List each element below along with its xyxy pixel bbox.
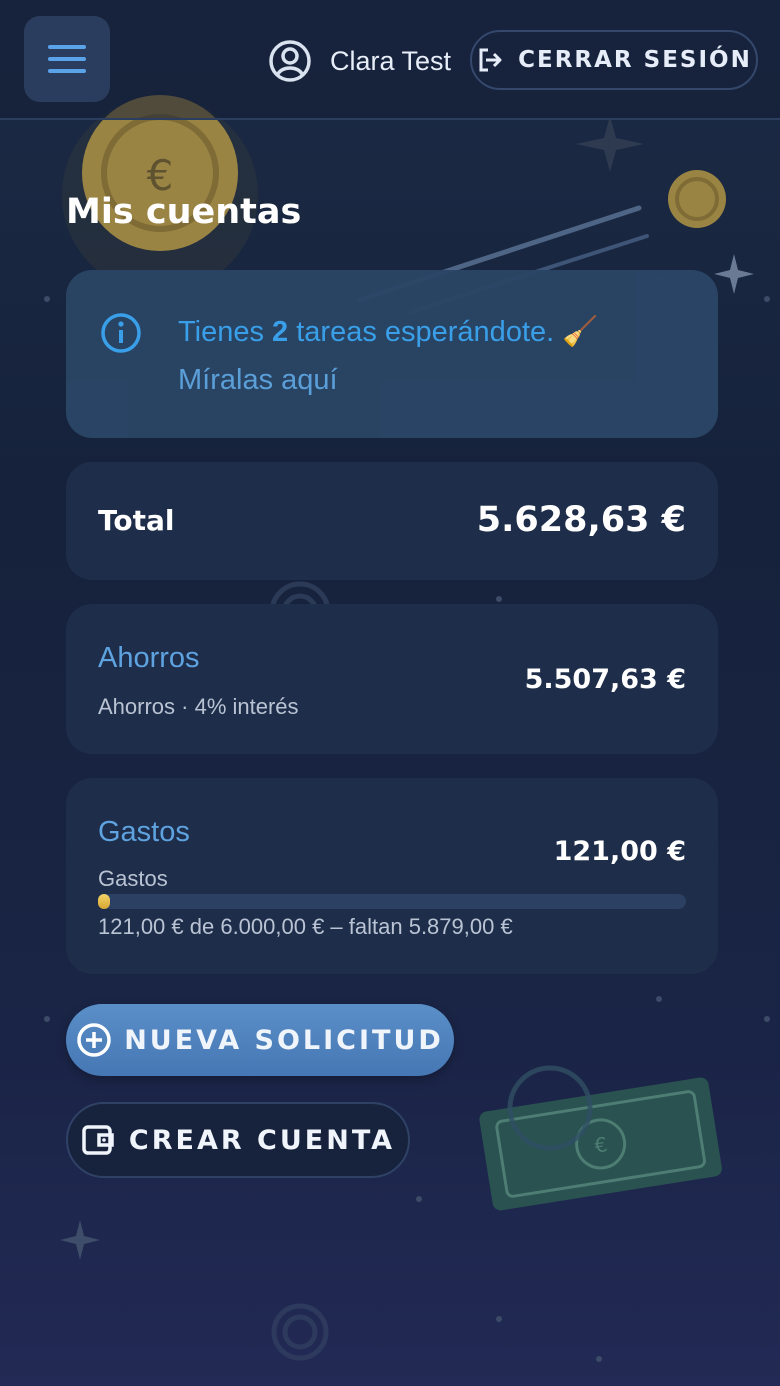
sparkle-decoration xyxy=(714,254,754,294)
new-request-button[interactable]: NUEVA SOLICITUD xyxy=(66,1004,454,1076)
logout-label: CERRAR SESIÓN xyxy=(518,47,752,73)
account-card-savings[interactable]: Ahorros Ahorros · 4% interés 5.507,63 € xyxy=(66,604,718,754)
total-amount: 5.628,63 € xyxy=(476,500,686,540)
sparkle-decoration xyxy=(576,116,644,172)
goal-progress-bar xyxy=(98,894,686,909)
plus-circle-icon xyxy=(77,1023,111,1057)
star-dot xyxy=(416,1196,422,1202)
info-icon xyxy=(101,313,141,353)
account-subtitle: Gastos xyxy=(98,866,168,891)
star-dot xyxy=(596,1356,602,1362)
star-dot xyxy=(496,1316,502,1322)
goal-progress-text: 121,00 € de 6.000,00 € – faltan 5.879,00… xyxy=(98,914,513,939)
goal-progress-fill xyxy=(98,894,110,909)
page-title: Mis cuentas xyxy=(66,192,302,232)
hamburger-menu-icon xyxy=(48,45,86,49)
star-dot xyxy=(44,296,50,302)
total-card: Total 5.628,63 € xyxy=(66,462,718,580)
account-card-expenses[interactable]: Gastos Gastos 121,00 € 121,00 € de 6.000… xyxy=(66,778,718,974)
account-balance: 121,00 € xyxy=(553,836,686,867)
create-account-button[interactable]: CREAR CUENTA xyxy=(66,1102,410,1178)
star-dot xyxy=(656,996,662,1002)
star-dot xyxy=(44,1016,50,1022)
account-name: Ahorros xyxy=(98,642,200,674)
svg-text:€: € xyxy=(593,1132,609,1158)
menu-button[interactable] xyxy=(24,16,110,102)
banknote-decoration: € xyxy=(479,1065,722,1211)
user-info[interactable]: Clara Test xyxy=(268,38,451,84)
tasks-notice: Tienes 2 tareas esperándote. 🧹 Míralas a… xyxy=(66,270,718,438)
wallet-icon xyxy=(82,1125,114,1155)
logout-icon xyxy=(479,48,502,72)
top-bar: Clara Test CERRAR SESIÓN xyxy=(0,0,780,120)
tasks-link[interactable]: Míralas aquí xyxy=(178,356,338,404)
star-dot xyxy=(764,296,770,302)
account-balance: 5.507,63 € xyxy=(524,664,686,695)
sparkle-decoration xyxy=(60,1220,100,1260)
logout-button[interactable]: CERRAR SESIÓN xyxy=(470,30,758,90)
tasks-notice-text: Tienes 2 tareas esperándote. 🧹 xyxy=(178,316,599,348)
account-name: Gastos xyxy=(98,816,190,848)
small-coin-decoration xyxy=(668,170,726,228)
star-dot xyxy=(764,1016,770,1022)
total-label: Total xyxy=(98,504,175,537)
new-request-label: NUEVA SOLICITUD xyxy=(124,1024,444,1056)
tasks-count: 2 xyxy=(272,316,289,348)
user-circle-icon xyxy=(269,40,311,82)
star-dot xyxy=(496,596,502,602)
create-account-label: CREAR CUENTA xyxy=(128,1124,396,1156)
ring-decoration xyxy=(271,1303,329,1361)
account-subtitle: Ahorros · 4% interés xyxy=(98,694,299,719)
user-name: Clara Test xyxy=(330,45,452,76)
